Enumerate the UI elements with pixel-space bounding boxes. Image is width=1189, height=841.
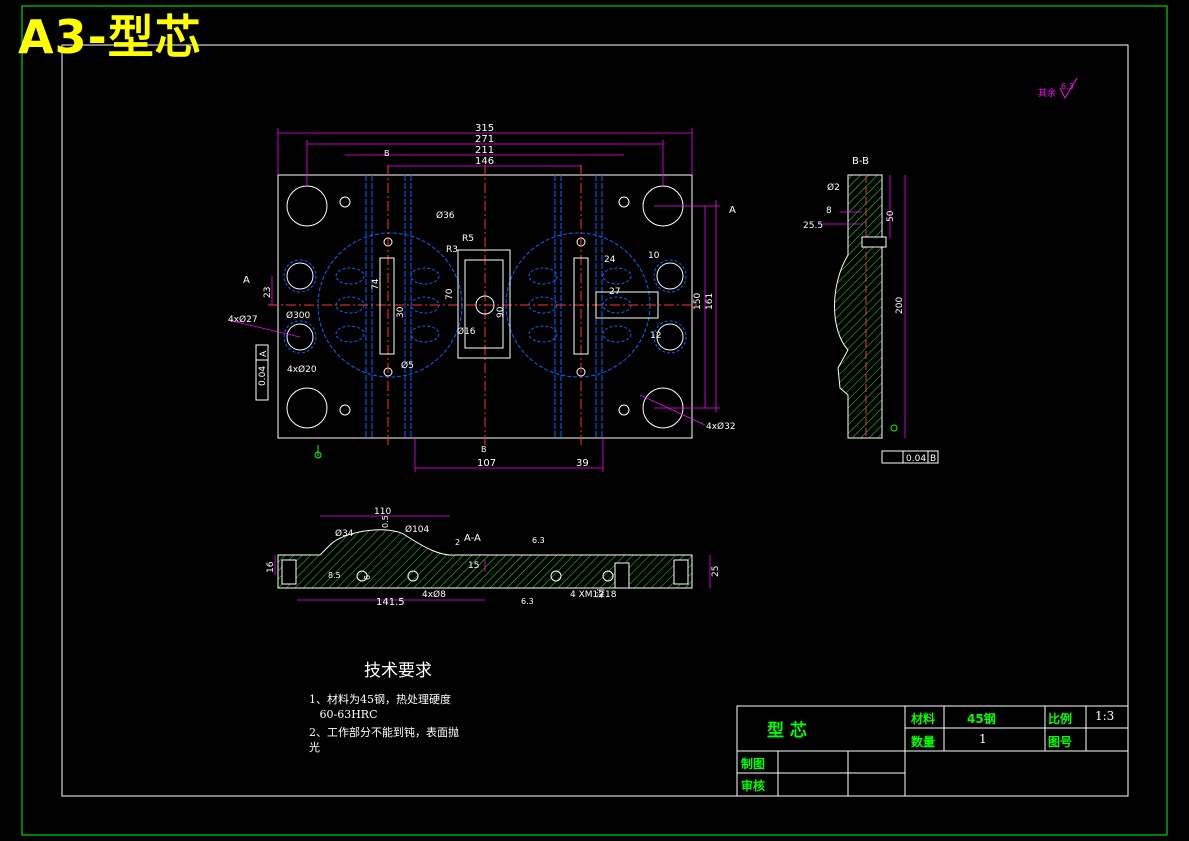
- scale-label: 比例: [1048, 712, 1073, 726]
- dimension-label: Ø34: [335, 528, 354, 539]
- dimension-label: 90: [496, 306, 506, 318]
- dimension-label: R3: [446, 245, 458, 255]
- dimension-label: A: [259, 350, 269, 357]
- roughness-note: 其余 6.3: [1038, 77, 1078, 100]
- dimension-label: 107: [477, 458, 496, 469]
- dimension-label: A: [729, 205, 736, 216]
- dimension-label: 深18: [596, 589, 617, 600]
- corner-hole: [286, 185, 328, 227]
- dimension-label: B: [384, 149, 390, 158]
- dimension-label: B: [930, 454, 936, 464]
- dimension-label: 23: [263, 287, 273, 298]
- inner-frame: [61, 44, 1129, 797]
- dimension-label: 211: [475, 145, 494, 156]
- corner-hole: [286, 387, 328, 429]
- dimension-label: 0.5: [381, 515, 390, 528]
- dimension-label: 4xØ27: [228, 314, 258, 325]
- dimension-label: 4xØ32: [706, 421, 736, 432]
- cad-drawing: 其余 6.3 315 271 211 146 107 39 24 10 27 1…: [21, 5, 1168, 836]
- dimension-label: 0.04: [906, 454, 926, 464]
- section-aa: A-A 110 Ø34 Ø104 0.5 16 6 15 25 141.5 4x…: [266, 507, 721, 608]
- dimension-label: 150: [693, 293, 703, 310]
- dimension-label: 4xØ20: [287, 364, 317, 375]
- dimension-label: A: [243, 275, 250, 286]
- page-title: A3-型芯: [18, 10, 202, 64]
- tech-requirements-heading: 技术要求: [364, 661, 432, 681]
- dimension-label: B-B: [852, 156, 869, 167]
- dimension-label: 70: [445, 288, 455, 300]
- dimension-label: 39: [576, 458, 589, 469]
- dimension-label: 200: [895, 297, 905, 314]
- dimension-label: Ø104: [405, 524, 430, 535]
- dimension-label: 6.3: [532, 536, 545, 545]
- dimension-label: 4xØ8: [422, 589, 446, 600]
- dimension-label: 30: [396, 306, 406, 318]
- dimension-label: 10: [648, 251, 660, 261]
- front-view: 315 271 211 146 107 39 24 10 27 12 150 1…: [227, 123, 736, 472]
- dimension-label: Ø16: [457, 326, 476, 337]
- dimension-label: 8.5: [328, 571, 341, 580]
- qty-label: 数量: [911, 735, 936, 749]
- checked-label: 审核: [741, 779, 766, 793]
- dimension-label: 12: [650, 331, 661, 341]
- dimension-label: 74: [371, 278, 381, 290]
- dimension-label: 141.5: [376, 597, 405, 608]
- dimension-label: 161: [705, 293, 715, 310]
- dimension-label: 146: [475, 156, 494, 167]
- section-bb: B-B Ø2 8 25.5 50 200 0.04 B: [803, 156, 939, 464]
- dimension-label: R5: [462, 234, 474, 244]
- tolerance-frame-b: 0.04 B: [881, 450, 939, 464]
- dimension-label: 315: [475, 123, 494, 134]
- dimension-label: 8: [826, 206, 832, 216]
- guide-hole: [286, 262, 314, 290]
- tech-requirement-line: 2、工作部分不能到钝，表面抛: [309, 726, 459, 739]
- dimension-label: 27: [609, 287, 620, 297]
- dimension-label: 6.3: [521, 597, 534, 606]
- dimension-label: 15: [468, 561, 479, 571]
- scale-value: 1:3: [1095, 709, 1115, 723]
- material-label: 材料: [911, 712, 936, 726]
- dimension-label: 2: [455, 538, 460, 547]
- dimension-label: Ø2: [827, 182, 840, 193]
- dimension-label: B: [481, 445, 487, 454]
- guide-hole: [656, 262, 684, 290]
- dimension-label: 271: [475, 134, 494, 145]
- tech-requirement-line: 1、材料为45钢，热处理硬度: [309, 693, 451, 706]
- dimension-label: Ø36: [436, 210, 455, 221]
- part-name: 型 芯: [767, 721, 807, 741]
- dimension-label: 6.3: [1061, 82, 1074, 91]
- dimension-label: Ø300: [286, 310, 311, 321]
- qty-value: 1: [979, 732, 987, 746]
- tech-requirement-line: 光: [309, 741, 320, 754]
- dimension-label: Ø5: [401, 360, 414, 371]
- dimension-label: 其余: [1038, 87, 1056, 99]
- dimension-label: 0.04: [258, 366, 268, 386]
- tech-requirement-line: 60-63HRC: [309, 708, 378, 721]
- dimension-label: 25: [711, 566, 721, 577]
- dimension-label: 25.5: [803, 221, 823, 231]
- dimension-label: 6: [363, 575, 372, 580]
- dimension-label: 50: [886, 210, 896, 222]
- tolerance-frame-a: 0.04 A: [255, 344, 269, 401]
- dimension-label: 24: [604, 255, 616, 265]
- dimension-label: 16: [266, 561, 276, 573]
- drawing-no-label: 图号: [1048, 735, 1073, 749]
- drawn-label: 制图: [741, 757, 766, 771]
- material-value: 45钢: [967, 712, 996, 726]
- dimension-label: A-A: [464, 533, 481, 544]
